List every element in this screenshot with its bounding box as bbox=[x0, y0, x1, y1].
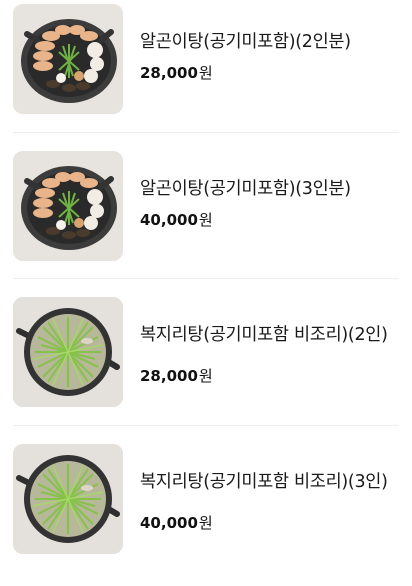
seafood-stew-image bbox=[13, 151, 123, 261]
price-value: 40,000 bbox=[140, 211, 198, 229]
price-currency: 원 bbox=[198, 211, 213, 229]
price-currency: 원 bbox=[198, 367, 213, 385]
price-currency: 원 bbox=[198, 514, 213, 532]
price-currency: 원 bbox=[198, 64, 213, 82]
menu-item[interactable]: 알곤이탕(공기미포함)(2인분) 28,000원 bbox=[0, 0, 412, 146]
price-value: 28,000 bbox=[140, 64, 198, 82]
seafood-stew-image bbox=[13, 4, 123, 114]
price-value: 28,000 bbox=[140, 367, 198, 385]
menu-item[interactable]: 알곤이탕(공기미포함)(3인분) 40,000원 bbox=[0, 147, 412, 293]
menu-list: 알곤이탕(공기미포함)(2인분) 28,000원 알곤이탕(공기미포함)(3인분… bbox=[0, 0, 412, 560]
pufferfish-soup-image bbox=[13, 444, 123, 554]
menu-item-name: 복지리탕(공기미포함 비조리)(2인) bbox=[140, 325, 388, 345]
menu-item-price: 28,000원 bbox=[140, 63, 213, 83]
menu-item-price: 40,000원 bbox=[140, 513, 213, 533]
divider bbox=[13, 132, 399, 133]
menu-item-price: 28,000원 bbox=[140, 366, 213, 386]
menu-item[interactable]: 복지리탕(공기미포함 비조리)(2인) 28,000원 bbox=[0, 293, 412, 439]
menu-item-name: 복지리탕(공기미포함 비조리)(3인) bbox=[140, 472, 388, 492]
price-value: 40,000 bbox=[140, 514, 198, 532]
menu-item-name: 알곤이탕(공기미포함)(2인분) bbox=[140, 32, 351, 52]
menu-item-name: 알곤이탕(공기미포함)(3인분) bbox=[140, 179, 351, 199]
menu-item-price: 40,000원 bbox=[140, 210, 213, 230]
pufferfish-soup-image bbox=[13, 297, 123, 407]
menu-item[interactable]: 복지리탕(공기미포함 비조리)(3인) 40,000원 bbox=[0, 440, 412, 586]
divider bbox=[13, 278, 399, 279]
divider bbox=[13, 425, 399, 426]
